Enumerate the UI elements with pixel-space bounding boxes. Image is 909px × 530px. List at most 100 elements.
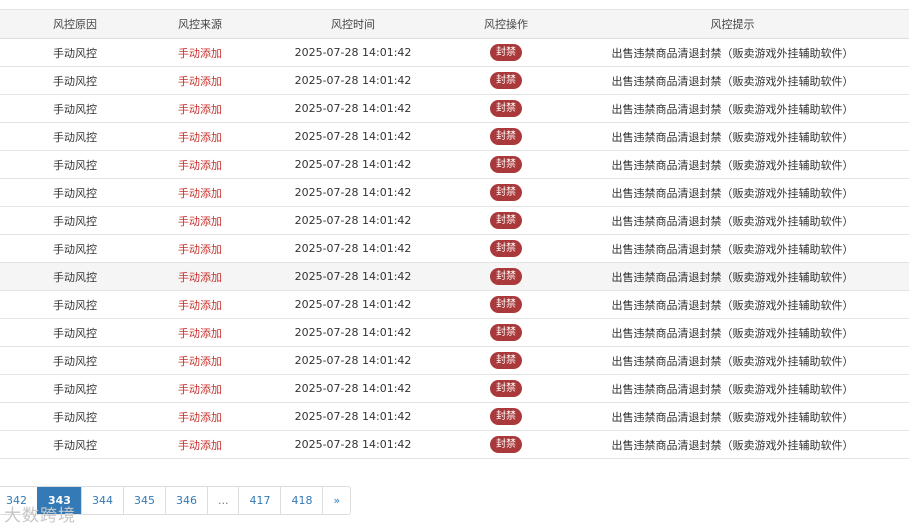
action-cell: 封禁 [456, 346, 556, 375]
action-cell: 封禁 [456, 94, 556, 123]
table-row: 手动风控 手动添加 2025-07-28 14:01:42 封禁 出售违禁商品清退封禁（… [0, 38, 909, 67]
time-cell-text: 2025-07-28 14:01:42 [294, 270, 412, 283]
reason-cell: 手动风控 [0, 346, 150, 375]
source-cell: 手动添加 [150, 150, 250, 179]
hint-cell-text: 出售违禁商品清退封禁（贩卖游戏外挂辅助软件） [611, 382, 854, 396]
ban-badge: 封禁 [490, 184, 522, 201]
table-row: 手动风控 手动添加 2025-07-28 14:01:42 封禁 出售违禁商品清退封禁（… [0, 402, 909, 431]
action-cell: 封禁 [456, 66, 556, 95]
hint-cell: 出售违禁商品清退封禁（贩卖游戏外挂辅助软件） [556, 178, 909, 207]
hint-cell: 出售违禁商品清退封禁（贩卖游戏外挂辅助软件） [556, 94, 909, 123]
header-source: 风控来源 [150, 9, 250, 39]
hint-cell-text: 出售违禁商品清退封禁（贩卖游戏外挂辅助软件） [611, 186, 854, 200]
time-cell-text: 2025-07-28 14:01:42 [294, 242, 412, 255]
ban-badge: 封禁 [490, 72, 522, 89]
hint-cell: 出售违禁商品清退封禁（贩卖游戏外挂辅助软件） [556, 206, 909, 235]
reason-cell-text: 手动风控 [53, 438, 97, 452]
hint-cell-text: 出售违禁商品清退封禁（贩卖游戏外挂辅助软件） [611, 158, 854, 172]
page-link-346[interactable]: 346 [164, 487, 207, 514]
action-cell: 封禁 [456, 38, 556, 67]
time-cell-text: 2025-07-28 14:01:42 [294, 382, 412, 395]
next-page-button[interactable]: » [322, 487, 351, 514]
page-link-343[interactable]: 343 [37, 487, 81, 514]
source-cell-text: 手动添加 [178, 158, 222, 172]
table-row: 手动风控 手动添加 2025-07-28 14:01:42 封禁 出售违禁商品清退封禁（… [0, 374, 909, 403]
reason-cell-text: 手动风控 [53, 326, 97, 340]
hint-cell: 出售违禁商品清退封禁（贩卖游戏外挂辅助软件） [556, 346, 909, 375]
ban-badge: 封禁 [490, 324, 522, 341]
header-reason: 风控原因 [0, 9, 150, 39]
source-cell-text: 手动添加 [178, 382, 222, 396]
reason-cell: 手动风控 [0, 178, 150, 207]
header-action: 风控操作 [456, 9, 556, 39]
action-cell: 封禁 [456, 402, 556, 431]
ban-badge: 封禁 [490, 268, 522, 285]
source-cell: 手动添加 [150, 374, 250, 403]
ban-badge: 封禁 [490, 296, 522, 313]
source-cell-text: 手动添加 [178, 326, 222, 340]
time-cell: 2025-07-28 14:01:42 [250, 234, 456, 263]
ban-badge: 封禁 [490, 156, 522, 173]
ban-badge: 封禁 [490, 436, 522, 453]
source-cell: 手动添加 [150, 346, 250, 375]
page-link-345[interactable]: 345 [122, 487, 165, 514]
reason-cell: 手动风控 [0, 122, 150, 151]
action-cell: 封禁 [456, 122, 556, 151]
reason-cell-text: 手动风控 [53, 410, 97, 424]
hint-cell: 出售违禁商品清退封禁（贩卖游戏外挂辅助软件） [556, 122, 909, 151]
hint-cell-text: 出售违禁商品清退封禁（贩卖游戏外挂辅助软件） [611, 102, 854, 116]
table-row: 手动风控 手动添加 2025-07-28 14:01:42 封禁 出售违禁商品清退封禁（… [0, 66, 909, 95]
time-cell-text: 2025-07-28 14:01:42 [294, 102, 412, 115]
source-cell-text: 手动添加 [178, 410, 222, 424]
ban-badge: 封禁 [490, 352, 522, 369]
time-cell-text: 2025-07-28 14:01:42 [294, 186, 412, 199]
source-cell: 手动添加 [150, 318, 250, 347]
reason-cell: 手动风控 [0, 430, 150, 459]
table-row: 手动风控 手动添加 2025-07-28 14:01:42 封禁 出售违禁商品清退封禁（… [0, 178, 909, 207]
page-link-344[interactable]: 344 [80, 487, 123, 514]
source-cell-text: 手动添加 [178, 102, 222, 116]
hint-cell: 出售违禁商品清退封禁（贩卖游戏外挂辅助软件） [556, 402, 909, 431]
time-cell-text: 2025-07-28 14:01:42 [294, 438, 412, 451]
source-cell: 手动添加 [150, 122, 250, 151]
source-cell-text: 手动添加 [178, 354, 222, 368]
source-cell-text: 手动添加 [178, 438, 222, 452]
page-link-417[interactable]: 417 [238, 487, 281, 514]
action-cell: 封禁 [456, 318, 556, 347]
table-row: 手动风控 手动添加 2025-07-28 14:01:42 封禁 出售违禁商品清退封禁（… [0, 430, 909, 459]
source-cell-text: 手动添加 [178, 74, 222, 88]
time-cell: 2025-07-28 14:01:42 [250, 374, 456, 403]
time-cell: 2025-07-28 14:01:42 [250, 94, 456, 123]
time-cell: 2025-07-28 14:01:42 [250, 38, 456, 67]
reason-cell-text: 手动风控 [53, 130, 97, 144]
time-cell: 2025-07-28 14:01:42 [250, 178, 456, 207]
page-link-418[interactable]: 418 [280, 487, 323, 514]
reason-cell-text: 手动风控 [53, 298, 97, 312]
source-cell: 手动添加 [150, 66, 250, 95]
risk-control-table: 风控原因 风控来源 风控时间 风控操作 风控提示 手动风控 手动添加 2025-07… [0, 9, 909, 459]
page-link-342[interactable]: 342 [0, 487, 37, 514]
ban-badge: 封禁 [490, 44, 522, 61]
hint-cell: 出售违禁商品清退封禁（贩卖游戏外挂辅助软件） [556, 150, 909, 179]
hint-cell-text: 出售违禁商品清退封禁（贩卖游戏外挂辅助软件） [611, 438, 854, 452]
hint-cell-text: 出售违禁商品清退封禁（贩卖游戏外挂辅助软件） [611, 46, 854, 60]
time-cell-text: 2025-07-28 14:01:42 [294, 158, 412, 171]
reason-cell: 手动风控 [0, 66, 150, 95]
reason-cell-text: 手动风控 [53, 382, 97, 396]
action-cell: 封禁 [456, 234, 556, 263]
ban-badge: 封禁 [490, 240, 522, 257]
table-row: 手动风控 手动添加 2025-07-28 14:01:42 封禁 出售违禁商品清退封禁（… [0, 346, 909, 375]
table-row: 手动风控 手动添加 2025-07-28 14:01:42 封禁 出售违禁商品清退封禁（… [0, 94, 909, 123]
hint-cell: 出售违禁商品清退封禁（贩卖游戏外挂辅助软件） [556, 262, 909, 291]
table-header-row: 风控原因 风控来源 风控时间 风控操作 风控提示 [0, 9, 909, 39]
hint-cell-text: 出售违禁商品清退封禁（贩卖游戏外挂辅助软件） [611, 74, 854, 88]
table-row: 手动风控 手动添加 2025-07-28 14:01:42 封禁 出售违禁商品清退封禁（… [0, 150, 909, 179]
reason-cell: 手动风控 [0, 94, 150, 123]
time-cell: 2025-07-28 14:01:42 [250, 150, 456, 179]
reason-cell-text: 手动风控 [53, 74, 97, 88]
source-cell: 手动添加 [150, 262, 250, 291]
action-cell: 封禁 [456, 374, 556, 403]
reason-cell: 手动风控 [0, 206, 150, 235]
time-cell-text: 2025-07-28 14:01:42 [294, 46, 412, 59]
time-cell: 2025-07-28 14:01:42 [250, 262, 456, 291]
